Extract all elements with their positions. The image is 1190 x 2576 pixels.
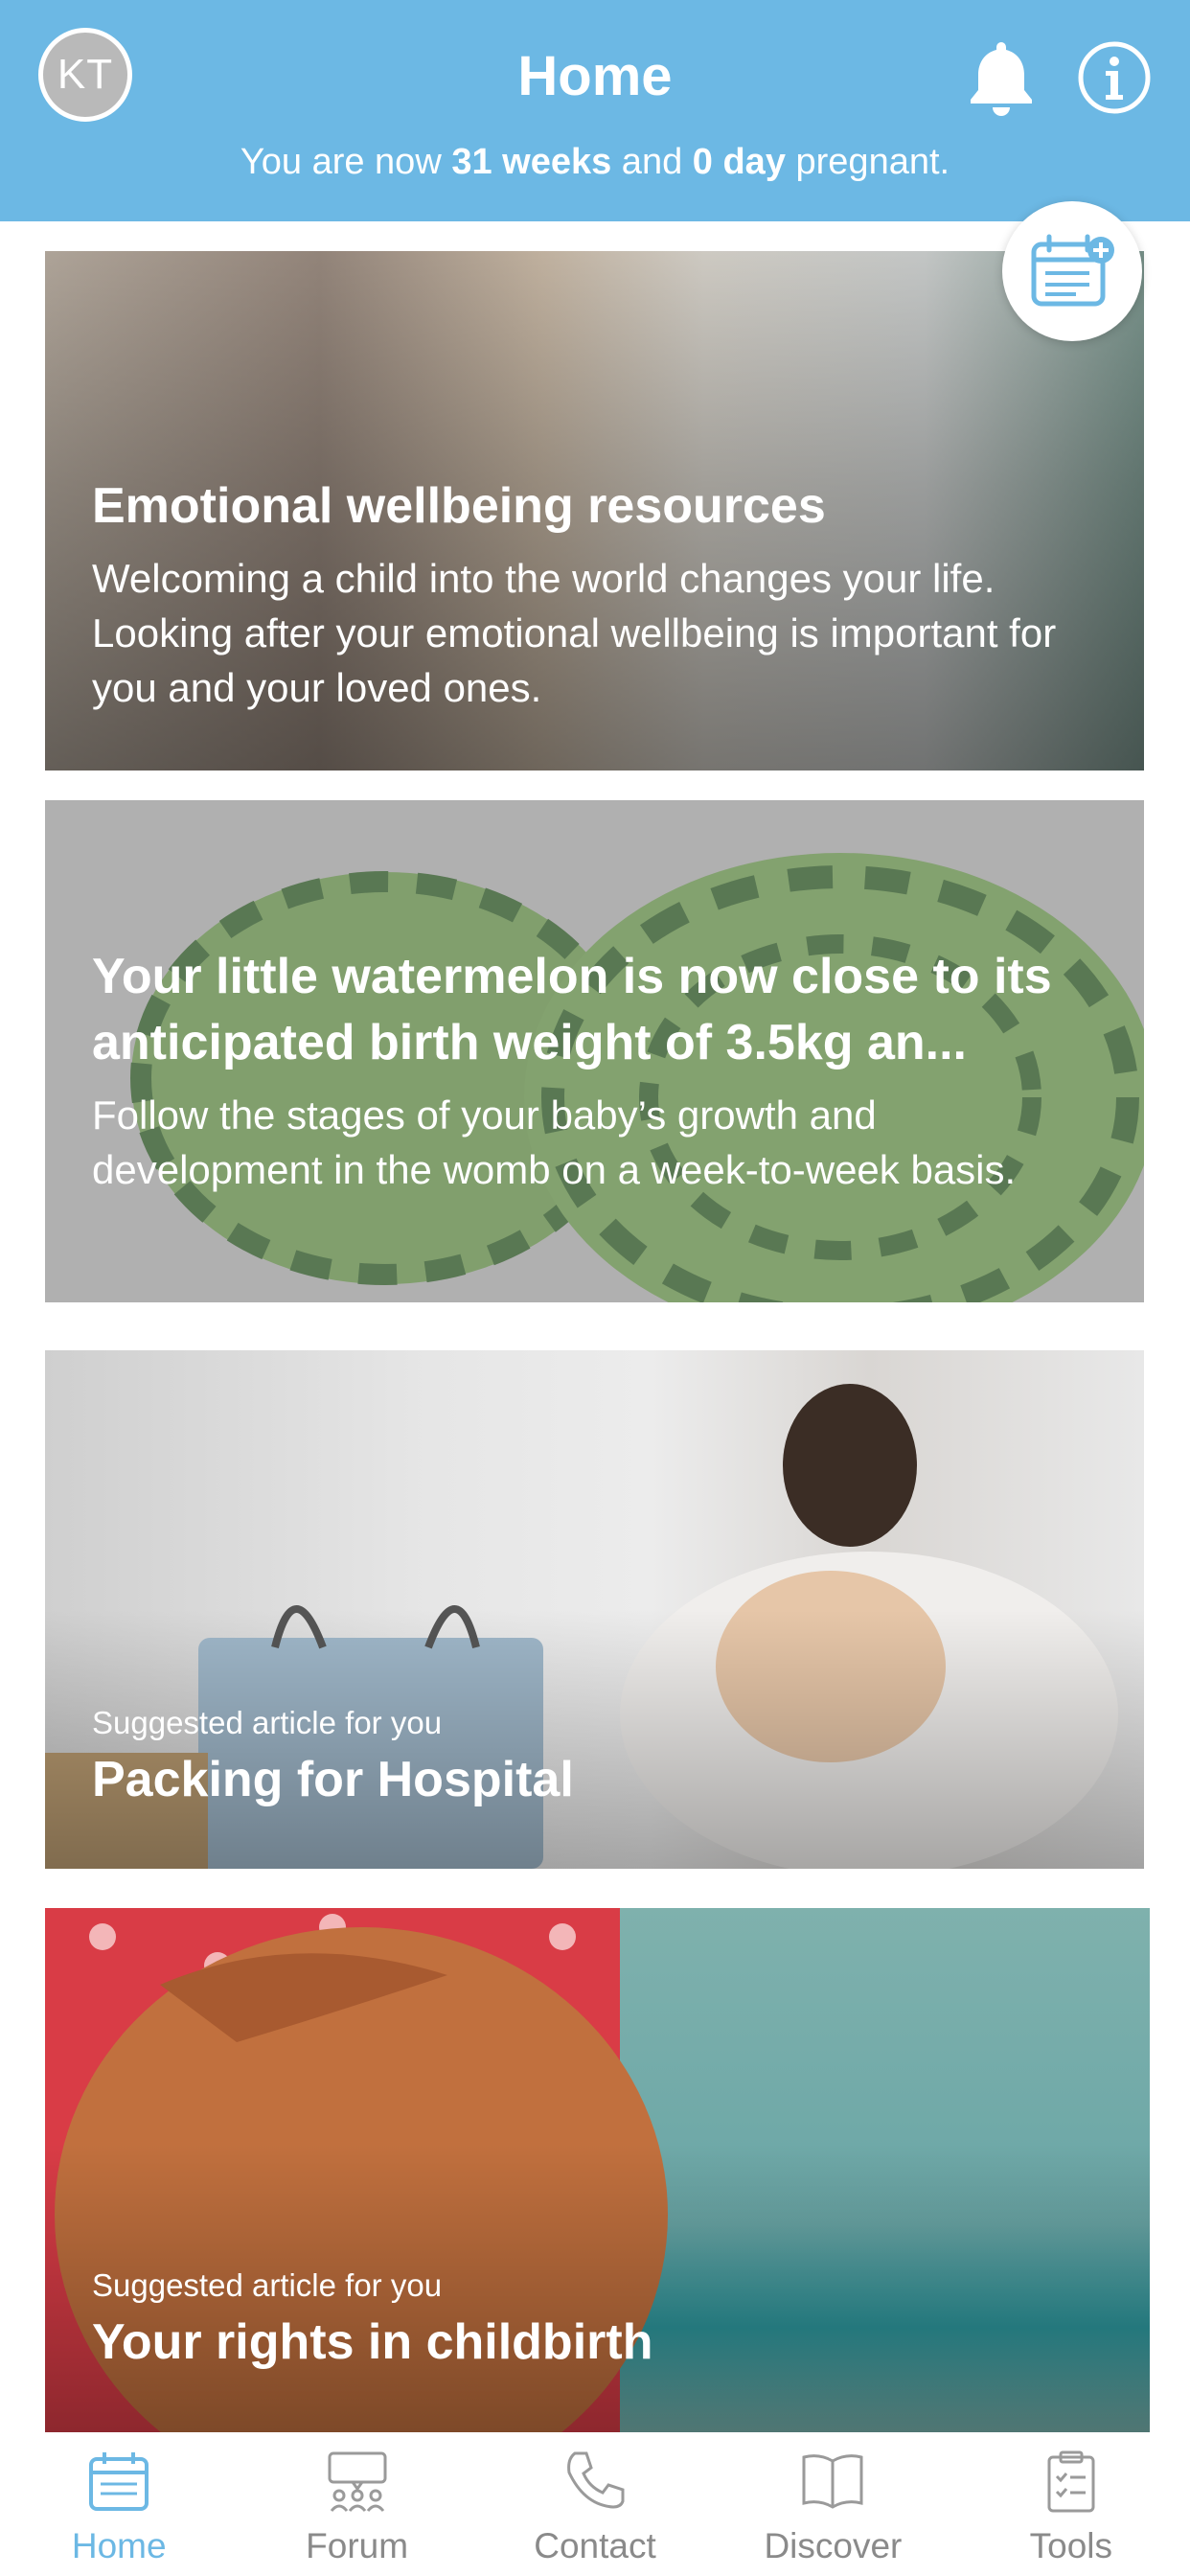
card-title: Your little watermelon is now close to i… [92, 949, 1052, 1070]
header: KT Home You are now 31 weeks and 0 day p… [0, 0, 1190, 221]
card-description: Welcoming a child into the world changes… [92, 556, 1057, 710]
card-emotional-wellbeing[interactable]: Emotional wellbeing resources Welcoming … [45, 251, 1144, 770]
status-suffix: pregnant. [785, 142, 950, 182]
card-rights-in-childbirth[interactable]: Suggested article for you Your rights in… [45, 1908, 1150, 2432]
tab-label: Contact [534, 2526, 656, 2565]
pregnancy-status: You are now 31 weeks and 0 day pregnant. [0, 142, 1190, 183]
tab-tools[interactable]: Tools [952, 2432, 1190, 2576]
card-title: Your rights in childbirth [92, 2314, 653, 2370]
card-text: Suggested article for you Packing for Ho… [92, 1705, 1106, 1813]
days-count: 0 day [692, 142, 786, 182]
calendar-add-icon [1031, 234, 1114, 307]
card-text: Suggested article for you Your rights in… [92, 2267, 1111, 2376]
info-icon[interactable] [1077, 40, 1152, 115]
card-title: Packing for Hospital [92, 1752, 574, 1807]
weeks-count: 31 weeks [451, 142, 612, 182]
add-calendar-button[interactable] [1002, 201, 1142, 341]
card-text: Emotional wellbeing resources Welcoming … [92, 473, 1106, 715]
card-description: Follow the stages of your baby’s growth … [92, 1092, 1017, 1192]
tab-label: Home [71, 2526, 167, 2565]
card-label: Suggested article for you [92, 2267, 443, 2303]
card-title: Emotional wellbeing resources [92, 478, 826, 534]
tab-forum[interactable]: Forum [238, 2432, 475, 2576]
tab-label: Tools [1029, 2526, 1113, 2565]
clipboard-icon [1047, 2450, 1095, 2513]
tab-contact[interactable]: Contact [476, 2432, 714, 2576]
card-label: Suggested article for you [92, 1705, 443, 1740]
tab-label: Forum [306, 2526, 409, 2565]
tab-discover[interactable]: Discover [714, 2432, 951, 2576]
card-packing-for-hospital[interactable]: Suggested article for you Packing for Ho… [45, 1350, 1144, 1869]
tab-label: Discover [764, 2526, 903, 2565]
card-baby-growth[interactable]: Your little watermelon is now close to i… [45, 800, 1144, 1302]
calendar-icon [89, 2452, 149, 2511]
book-icon [802, 2454, 863, 2509]
bell-icon[interactable] [963, 36, 1040, 117]
tab-home[interactable]: Home [0, 2432, 238, 2576]
card-text: Your little watermelon is now close to i… [92, 944, 1106, 1197]
bottom-tab-bar: Home Forum Contact Discover Tools [0, 2432, 1190, 2576]
status-and: and [611, 142, 693, 182]
forum-icon [328, 2451, 387, 2512]
status-prefix: You are now [240, 142, 452, 182]
phone-icon [567, 2451, 625, 2509]
